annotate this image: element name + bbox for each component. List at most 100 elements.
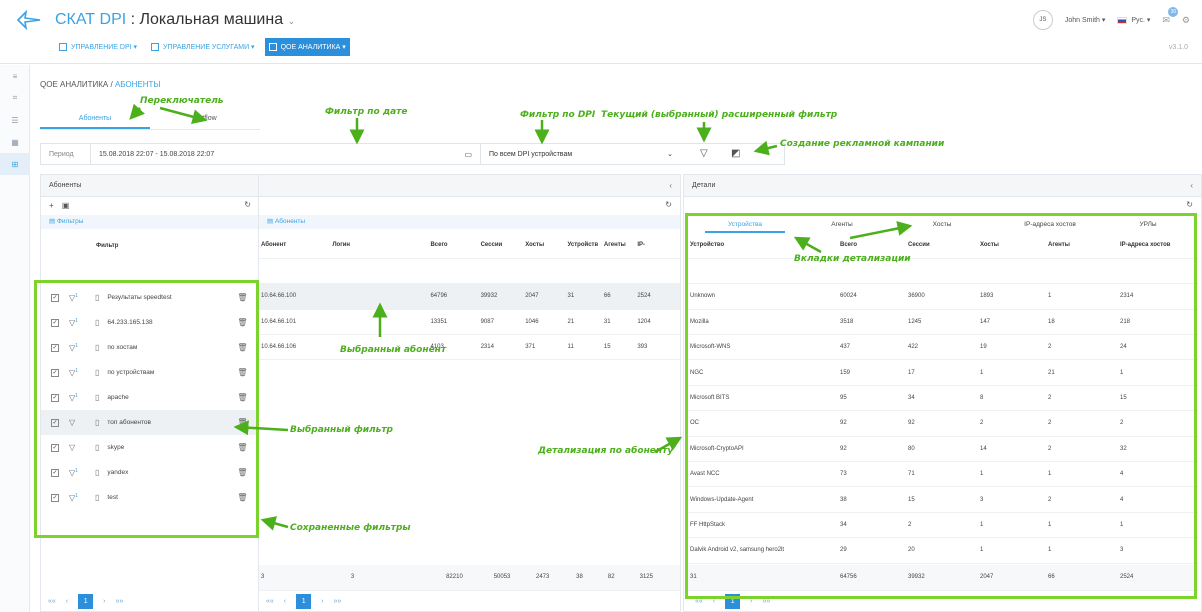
pager-current[interactable]: 1 <box>78 594 94 609</box>
table-row[interactable]: NGC 159 17 1 21 1 <box>688 359 1198 386</box>
language-select[interactable]: Рус. ▾ <box>1117 16 1150 24</box>
table-row[interactable]: Microsoft-WNS 437 422 19 2 24 <box>688 334 1198 361</box>
pager-last[interactable]: »» <box>115 598 123 605</box>
breadcrumb-section[interactable]: QOE АНАЛИТИКА / <box>40 80 115 89</box>
app-title[interactable]: СКАТ DPI : Локальная машина ⌄ <box>55 11 295 29</box>
notifications-button[interactable]: ✉ 30 <box>1162 6 1179 26</box>
table-row[interactable]: Microsoft-CryptoAPI 92 80 14 2 32 <box>688 436 1198 463</box>
checkbox[interactable]: ✓ <box>51 343 59 352</box>
filter-row[interactable]: ✓ ▽1 ▯ по устройствам 🗑 <box>41 360 261 385</box>
pager-prev[interactable]: ‹ <box>284 598 286 605</box>
column-header[interactable]: Абонент <box>259 233 331 259</box>
filter-row[interactable]: ✓ ▽1 ▯ test 🗑 <box>41 485 261 510</box>
table-row[interactable]: Mozilla 3518 1245 147 18 218 <box>688 309 1198 336</box>
checkbox[interactable]: ✓ <box>51 293 59 302</box>
checkbox[interactable]: ✓ <box>51 468 59 477</box>
pager-current[interactable]: 1 <box>296 594 312 609</box>
nav-qoe-analytics[interactable]: QOE АНАЛИТИКА ▾ <box>264 38 350 56</box>
column-header[interactable]: IP-адреса хостов <box>1118 233 1198 259</box>
collapse-icon[interactable]: ‹ <box>1190 181 1193 190</box>
filter-name[interactable]: test <box>107 494 227 501</box>
funnel-icon[interactable]: ▽ <box>69 443 83 452</box>
pager-first[interactable]: «« <box>695 598 703 605</box>
calendar-icon[interactable]: ▭ <box>464 150 472 159</box>
trash-icon[interactable]: 🗑 <box>237 318 247 327</box>
filter-name[interactable]: топ абонентов <box>107 419 227 426</box>
table-row[interactable]: Dalvik Android v2, samsung hero2lt 29 20 1 1… <box>688 537 1198 564</box>
gear-icon[interactable]: ⚙ <box>1182 15 1190 26</box>
funnel-icon[interactable]: ▽1 <box>69 343 83 353</box>
nav-dpi-management[interactable]: УПРАВЛЕНИЕ DPI ▾ <box>55 38 141 56</box>
list-icon[interactable]: ☰ <box>0 109 30 131</box>
table-row[interactable]: FF HttpStack 34 2 1 1 1 <box>688 512 1198 539</box>
column-header[interactable]: Сессии <box>906 233 978 259</box>
period-input[interactable]: 15.08.2018 22:07 - 15.08.2018 22:07 ▭ <box>91 144 481 164</box>
table-row[interactable]: 10.64.66.106 4103 2314 371 11 15 393 <box>259 334 680 361</box>
filter-name[interactable]: apache <box>107 394 227 401</box>
filter-row[interactable]: ✓ ▽1 ▯ apache 🗑 <box>41 385 261 410</box>
pager-prev[interactable]: ‹ <box>713 598 715 605</box>
funnel-icon[interactable]: ▽1 <box>69 393 83 403</box>
collapse-icon[interactable]: ‹ <box>669 181 672 190</box>
funnel-icon[interactable]: ▽ <box>69 418 83 427</box>
funnel-icon[interactable]: ▽1 <box>69 368 83 378</box>
funnel-icon[interactable]: ▽ <box>700 148 708 159</box>
trash-icon[interactable]: 🗑 <box>237 393 247 402</box>
pager-next[interactable]: › <box>750 598 752 605</box>
details-tab[interactable]: УРЛы <box>1118 221 1178 228</box>
trash-icon[interactable]: 🗑 <box>237 368 247 377</box>
column-header[interactable]: Хосты <box>523 233 566 259</box>
filter-name[interactable]: по устройствам <box>107 369 227 376</box>
menu-icon[interactable]: ≡ <box>0 65 30 87</box>
pager-first[interactable]: «« <box>48 598 56 605</box>
tab-netflow[interactable]: Netflow <box>150 110 260 129</box>
funnel-icon[interactable]: ▽1 <box>69 493 83 503</box>
filter-name[interactable]: skype <box>107 444 227 451</box>
filter-row[interactable]: ✓ ▽1 ▯ по хостам 🗑 <box>41 335 261 360</box>
table-row[interactable]: Avast NCC 73 71 1 1 4 <box>688 461 1198 488</box>
stats-icon[interactable]: ▦ <box>0 131 30 153</box>
table-row[interactable]: Windows-Update-Agent 38 15 3 2 4 <box>688 486 1198 513</box>
column-header[interactable]: Сессии <box>478 233 524 259</box>
trash-icon[interactable]: 🗑 <box>237 468 247 477</box>
filter-row[interactable]: ✓ ▽1 ▯ Результаты speedtest 🗑 <box>41 285 261 310</box>
table-row[interactable]: Microsoft BITS 95 34 8 2 15 <box>688 385 1198 412</box>
checkbox[interactable]: ✓ <box>51 443 59 452</box>
filter-row[interactable]: ✓ ▽1 ▯ yandex 🗑 <box>41 460 261 485</box>
pager-last[interactable]: »» <box>333 598 341 605</box>
pager-next[interactable]: › <box>321 598 323 605</box>
logo-icon[interactable] <box>16 8 42 30</box>
pager-first[interactable]: «« <box>266 598 274 605</box>
trash-icon[interactable]: 🗑 <box>237 443 247 452</box>
table-row[interactable]: 10.64.66.100 64796 39932 2047 31 66 2524 <box>259 283 680 310</box>
megaphone-icon[interactable]: ◩ <box>731 148 740 159</box>
checkbox[interactable]: ✓ <box>51 493 59 502</box>
funnel-icon[interactable]: ▽1 <box>69 468 83 478</box>
nav-services-management[interactable]: УПРАВЛЕНИЕ УСЛУГАМИ ▾ <box>147 38 259 56</box>
column-header[interactable]: Логин <box>330 233 429 259</box>
details-tab[interactable]: Хосты <box>912 221 972 228</box>
filter-name[interactable]: по хостам <box>107 344 227 351</box>
trash-icon[interactable]: 🗑 <box>237 343 247 352</box>
save-icon[interactable]: ▣ <box>62 201 70 210</box>
trash-icon[interactable]: 🗑 <box>237 418 247 427</box>
table-row[interactable]: 10.64.66.101 13351 9087 1046 21 31 1204 <box>259 309 680 336</box>
column-header[interactable]: Хосты <box>978 233 1046 259</box>
qoe-icon[interactable]: ⊞ <box>0 153 30 175</box>
checkbox[interactable]: ✓ <box>51 318 59 327</box>
refresh-icon[interactable]: ↻ <box>244 200 251 209</box>
avatar[interactable]: JS <box>1032 10 1053 30</box>
pager-prev[interactable]: ‹ <box>66 598 68 605</box>
filter-name[interactable]: 64.233.165.138 <box>107 319 227 326</box>
column-header[interactable]: Устройств <box>565 233 602 259</box>
chevron-down-icon[interactable]: ⌄ <box>288 16 296 26</box>
checkbox[interactable]: ✓ <box>51 368 59 377</box>
column-header[interactable]: Агенты <box>601 233 636 259</box>
filter-row[interactable]: ✓ ▽ ▯ skype 🗑 <box>41 435 261 460</box>
details-tab[interactable]: IP-адреса хостов <box>1005 221 1095 228</box>
filter-name[interactable]: yandex <box>107 469 227 476</box>
funnel-icon[interactable]: ▽1 <box>69 318 83 328</box>
dpi-select[interactable]: По всем DPI устройствам ⌄ <box>481 144 681 164</box>
refresh-icon[interactable]: ↻ <box>1186 200 1193 209</box>
filter-name[interactable]: Результаты speedtest <box>107 294 227 301</box>
